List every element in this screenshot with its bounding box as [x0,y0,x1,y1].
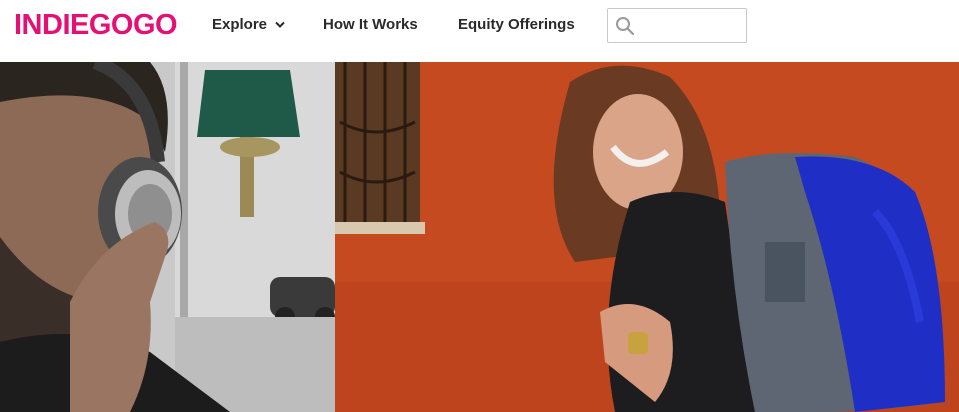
chevron-down-icon [275,21,285,28]
search-icon [616,17,635,36]
nav-explore[interactable]: Explore [212,14,285,36]
indiegogo-logo[interactable]: INDIEGOGO [14,9,178,41]
search-box[interactable] [607,8,747,43]
hero-image-backpack [335,62,959,412]
nav-explore-label: Explore [212,16,268,33]
backpack-photo [335,62,959,412]
nav-how-it-works[interactable]: How It Works [323,14,418,36]
top-header: INDIEGOGO Explore How It Works Equity Of… [0,0,959,62]
hero-banner [0,62,959,412]
nav-equity-offerings[interactable]: Equity Offerings [458,14,575,36]
headphones-photo [0,62,335,412]
hero-image-headphones [0,62,335,412]
search-input[interactable] [642,15,742,37]
